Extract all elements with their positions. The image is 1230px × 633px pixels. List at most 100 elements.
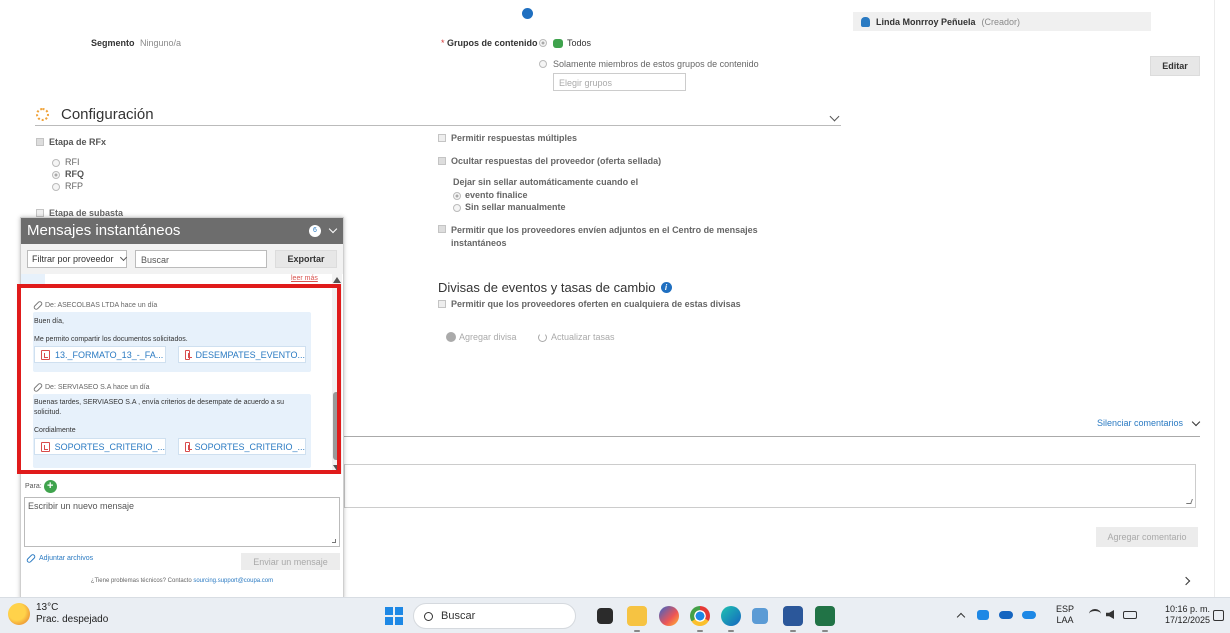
weather-widget[interactable]: 13°C Prac. despejado [8, 602, 108, 626]
allow-currencies-checkbox[interactable] [438, 300, 446, 308]
edge-icon[interactable] [721, 606, 741, 626]
to-label: Para: [25, 483, 42, 490]
taskbar-indicator [728, 630, 734, 632]
region-code: LAA [1056, 615, 1074, 625]
groups-option-all[interactable]: Todos [539, 38, 591, 48]
groups-option-members[interactable]: Solamente miembros de estos grupos de co… [539, 59, 759, 69]
highlight-box [17, 284, 341, 474]
stage-rfx-checkbox[interactable] [36, 138, 44, 146]
currency-heading: Divisas de eventos y tasas de cambio i [438, 280, 672, 295]
auction-checkbox[interactable] [36, 209, 44, 217]
file-explorer-icon[interactable] [627, 606, 647, 626]
windows-start-icon[interactable] [385, 607, 403, 625]
radio-unseal-manual[interactable] [453, 203, 461, 212]
support-text: ¿Tiene problemas técnicos? Contacto [90, 578, 192, 584]
radio-rfp[interactable] [52, 182, 60, 191]
info-icon[interactable]: i [660, 282, 672, 293]
taskbar-indicator [822, 630, 828, 632]
clock-time: 10:16 p. m. [1164, 604, 1210, 614]
radio-unseal-auto[interactable] [453, 191, 461, 200]
creator-name: Linda Monrroy Peñuela [876, 16, 976, 27]
app-icon[interactable] [752, 608, 768, 624]
chevron-down-icon[interactable] [328, 224, 338, 234]
copilot-icon[interactable] [659, 606, 679, 626]
allow-attachments-row[interactable]: Permitir que los proveedores envíen adju… [438, 224, 758, 250]
update-rates-button[interactable]: Actualizar tasas [538, 332, 615, 342]
stage-option-rfp[interactable]: RFP [52, 181, 83, 191]
chevron-down-icon[interactable] [1191, 417, 1201, 426]
allow-multiple-checkbox[interactable] [438, 134, 446, 142]
allow-multiple-row[interactable]: Permitir respuestas múltiples [438, 133, 577, 143]
notifications-icon[interactable] [1213, 610, 1224, 621]
segment-label: Segmento [91, 38, 135, 48]
radio-members[interactable] [539, 60, 547, 68]
comment-textarea[interactable] [344, 464, 1196, 508]
onedrive-icon[interactable] [1022, 611, 1036, 619]
edit-button[interactable]: Editar [1150, 56, 1200, 76]
chevron-down-icon[interactable] [829, 111, 840, 122]
battery-icon[interactable] [1123, 611, 1137, 619]
chrome-icon[interactable] [690, 606, 710, 626]
weather-desc: Prac. despejado [36, 614, 109, 625]
allow-currencies-label: Permitir que los proveedores oferten en … [451, 299, 741, 309]
groups-label: Grupos de contenido [447, 38, 538, 48]
taskbar-indicator [697, 630, 703, 632]
unseal-option-1[interactable]: evento finalice [453, 190, 528, 200]
hide-responses-checkbox[interactable] [438, 157, 446, 165]
allow-attachments-checkbox[interactable] [438, 225, 446, 233]
chevron-up-icon[interactable] [956, 612, 966, 622]
info-icon [522, 8, 533, 19]
hide-responses-row[interactable]: Ocultar respuestas del proveedor (oferta… [438, 156, 661, 166]
mute-comments-link[interactable]: Silenciar comentarios [1097, 418, 1183, 428]
excel-icon[interactable] [815, 606, 835, 626]
resize-handle-icon [332, 539, 336, 543]
comments-divider [344, 436, 1200, 437]
task-view-icon[interactable] [597, 608, 613, 624]
taskbar-indicator [790, 630, 796, 632]
rfi-label: RFI [65, 157, 80, 167]
chevron-right-icon[interactable] [1181, 576, 1191, 586]
required-marker: * [441, 38, 445, 48]
new-message-textarea[interactable]: Escribir un nuevo mensaje [24, 497, 340, 547]
unseal-text: Dejar sin sellar automáticamente cuando … [453, 177, 639, 187]
radio-rfq[interactable] [52, 170, 60, 179]
language-indicator[interactable]: ESP LAA [1056, 604, 1074, 626]
send-message-button[interactable]: Enviar un mensaje [241, 553, 340, 570]
volume-icon[interactable] [1106, 610, 1114, 619]
hide-responses-label: Ocultar respuestas del proveedor (oferta… [451, 156, 662, 166]
export-button[interactable]: Exportar [275, 250, 337, 268]
allow-currencies-row[interactable]: Permitir que los proveedores oferten en … [438, 299, 741, 309]
groups-input[interactable]: Elegir grupos [553, 73, 686, 91]
chevron-down-icon [119, 253, 127, 262]
plus-circle-icon [446, 332, 456, 342]
radio-rfi[interactable] [52, 158, 60, 167]
groups-placeholder: Elegir grupos [559, 78, 613, 88]
search-icon [424, 611, 433, 621]
attach-files-link[interactable]: Adjuntar archivos [25, 553, 93, 564]
add-comment-button[interactable]: Agregar comentario [1096, 527, 1198, 547]
stage-option-rfi[interactable]: RFI [52, 157, 80, 167]
taskbar-search[interactable]: Buscar [413, 603, 576, 629]
add-currency-button[interactable]: Agregar divisa [446, 332, 517, 342]
radio-all[interactable] [539, 39, 547, 47]
word-icon[interactable] [783, 606, 803, 626]
resize-handle-icon [1186, 499, 1193, 504]
stage-option-rfq[interactable]: RFQ [52, 169, 84, 179]
read-more-link[interactable]: leer más [291, 275, 318, 282]
support-email-link[interactable]: sourcing.support@coupa.com [193, 578, 273, 584]
add-recipient-icon[interactable]: + [43, 480, 57, 493]
supplier-filter-select[interactable]: Filtrar por proveedor [27, 250, 127, 268]
mute-comments-row[interactable]: Silenciar comentarios [1097, 417, 1201, 428]
chat-header[interactable]: Mensajes instantáneos 6 [21, 218, 343, 244]
scroll-up-arrow-icon[interactable] [333, 277, 341, 283]
chat-search-input[interactable]: Buscar [135, 250, 267, 268]
clock[interactable]: 10:16 p. m. 17/12/2025 [1150, 604, 1210, 626]
stage-rfx-row[interactable]: Etapa de RFx [36, 137, 106, 147]
onedrive-icon[interactable] [999, 611, 1013, 619]
wifi-icon[interactable] [1089, 609, 1101, 619]
user-icon [861, 16, 870, 27]
unseal-option-2[interactable]: Sin sellar manualmente [453, 202, 566, 212]
update-rates-label: Actualizar tasas [551, 332, 615, 342]
groups-label-row: * Grupos de contenido [441, 38, 538, 48]
tray-app-icon[interactable] [977, 610, 989, 620]
